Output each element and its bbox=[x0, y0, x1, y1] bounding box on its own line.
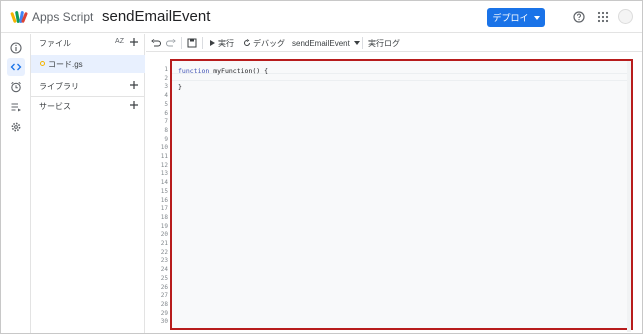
deploy-label: デプロイ bbox=[492, 13, 529, 23]
line-number-gutter: 1 2 3 4 5 6 7 8 9 10 11 12 13 14 15 16 17 18 19 20 21 22 23 24 2… bbox=[146, 59, 168, 333]
line-number: 15 bbox=[160, 187, 168, 195]
alarm-icon bbox=[11, 81, 21, 93]
files-panel: ファイル AZ コード.gs ライブラリ サービス bbox=[31, 34, 145, 333]
line-number: 28 bbox=[160, 300, 168, 308]
chevron-down-icon bbox=[353, 41, 360, 45]
toolbar-divider bbox=[362, 37, 363, 49]
line-number: 9 bbox=[164, 135, 168, 143]
apps-script-window: Apps Script sendEmailEvent デプロイ ファイル AZ … bbox=[0, 0, 643, 334]
line-number: 14 bbox=[160, 179, 168, 187]
files-header: ファイル AZ bbox=[31, 34, 145, 52]
code-keyword: function bbox=[178, 67, 210, 75]
toolbar-divider bbox=[202, 37, 203, 49]
line-number: 16 bbox=[160, 196, 168, 204]
executions-button[interactable] bbox=[7, 98, 25, 116]
run-label: 実行 bbox=[218, 38, 234, 48]
line-number: 19 bbox=[160, 222, 168, 230]
line-number: 3 bbox=[164, 83, 168, 91]
function-select-value: sendEmailEvent bbox=[292, 38, 350, 48]
line-number: 26 bbox=[160, 283, 168, 291]
debug-icon bbox=[244, 39, 250, 46]
info-icon bbox=[10, 42, 22, 54]
executions-icon bbox=[11, 103, 21, 112]
code-line: } bbox=[178, 83, 182, 91]
services-label: サービス bbox=[39, 101, 71, 111]
line-number: 12 bbox=[160, 161, 168, 169]
sort-az-button[interactable]: AZ bbox=[115, 38, 124, 45]
services-row: サービス bbox=[31, 97, 145, 115]
code-icon bbox=[10, 63, 22, 71]
libraries-label: ライブラリ bbox=[39, 81, 79, 91]
play-icon bbox=[210, 40, 215, 46]
debug-button[interactable]: デバッグ bbox=[243, 37, 285, 49]
line-number: 30 bbox=[160, 318, 168, 326]
code-text: } bbox=[178, 83, 182, 91]
line-number: 23 bbox=[160, 257, 168, 265]
line-number: 17 bbox=[160, 205, 168, 213]
code-editor[interactable]: 1 2 3 4 5 6 7 8 9 10 11 12 13 14 15 16 17 18 19 20 21 22 23 24 2… bbox=[146, 59, 642, 333]
code-area-highlight[interactable]: function myFunction() { } bbox=[170, 59, 633, 332]
line-number: 22 bbox=[160, 248, 168, 256]
undo-icon[interactable] bbox=[151, 37, 161, 49]
triggers-button[interactable] bbox=[7, 78, 25, 96]
line-number: 29 bbox=[160, 309, 168, 317]
line-number: 13 bbox=[160, 170, 168, 178]
save-icon[interactable] bbox=[187, 37, 197, 49]
line-number: 1 bbox=[164, 66, 168, 73]
code-text: myFunction() { bbox=[209, 67, 269, 75]
line-number: 20 bbox=[160, 231, 168, 239]
file-item[interactable]: コード.gs bbox=[31, 55, 145, 73]
app-name: Apps Script bbox=[32, 10, 94, 24]
redo-icon[interactable] bbox=[166, 37, 176, 49]
execution-log-button[interactable]: 実行ログ bbox=[368, 37, 400, 49]
chevron-down-icon bbox=[533, 15, 540, 20]
file-name: コード.gs bbox=[48, 59, 83, 69]
line-number: 21 bbox=[160, 240, 168, 247]
line-number: 18 bbox=[160, 213, 168, 221]
run-button[interactable]: 実行 bbox=[209, 37, 234, 49]
project-title[interactable]: sendEmailEvent bbox=[102, 8, 210, 25]
line-number: 8 bbox=[164, 126, 168, 134]
files-title: ファイル bbox=[39, 38, 71, 48]
add-library-icon[interactable] bbox=[129, 80, 139, 90]
editor-button[interactable] bbox=[7, 58, 25, 76]
file-status-icon bbox=[40, 61, 45, 66]
debug-label: デバッグ bbox=[253, 38, 285, 48]
execution-log-label: 実行ログ bbox=[368, 38, 400, 48]
deploy-button[interactable]: デプロイ bbox=[487, 8, 545, 27]
editor-toolbar: 実行 デバッグ sendEmailEvent 実行ログ bbox=[146, 34, 642, 52]
line-number: 27 bbox=[160, 292, 168, 300]
add-service-icon[interactable] bbox=[129, 100, 139, 110]
line-number: 10 bbox=[160, 144, 168, 152]
line-number: 25 bbox=[160, 274, 168, 282]
line-number: 11 bbox=[160, 153, 168, 160]
apps-grid-icon[interactable] bbox=[597, 11, 609, 23]
libraries-row: ライブラリ bbox=[31, 77, 145, 95]
line-number: 2 bbox=[164, 74, 168, 82]
editor-scrollbar[interactable] bbox=[627, 61, 631, 332]
line-number: 6 bbox=[164, 109, 168, 117]
left-rail bbox=[1, 34, 31, 333]
overview-button[interactable] bbox=[7, 39, 25, 57]
line-number: 4 bbox=[164, 92, 168, 100]
line-number: 5 bbox=[164, 100, 168, 108]
function-select[interactable]: sendEmailEvent bbox=[292, 37, 360, 49]
toolbar-divider bbox=[181, 37, 182, 49]
avatar[interactable] bbox=[618, 9, 633, 24]
line-number: 24 bbox=[160, 266, 168, 274]
top-bar: Apps Script sendEmailEvent デプロイ bbox=[1, 1, 642, 33]
apps-script-logo-icon[interactable] bbox=[10, 8, 28, 26]
add-file-icon[interactable] bbox=[129, 37, 139, 47]
code-line: function myFunction() { bbox=[178, 67, 268, 75]
help-icon[interactable] bbox=[573, 11, 585, 23]
line-number: 7 bbox=[164, 118, 168, 126]
settings-button[interactable] bbox=[7, 118, 25, 136]
settings-icon bbox=[11, 122, 21, 132]
